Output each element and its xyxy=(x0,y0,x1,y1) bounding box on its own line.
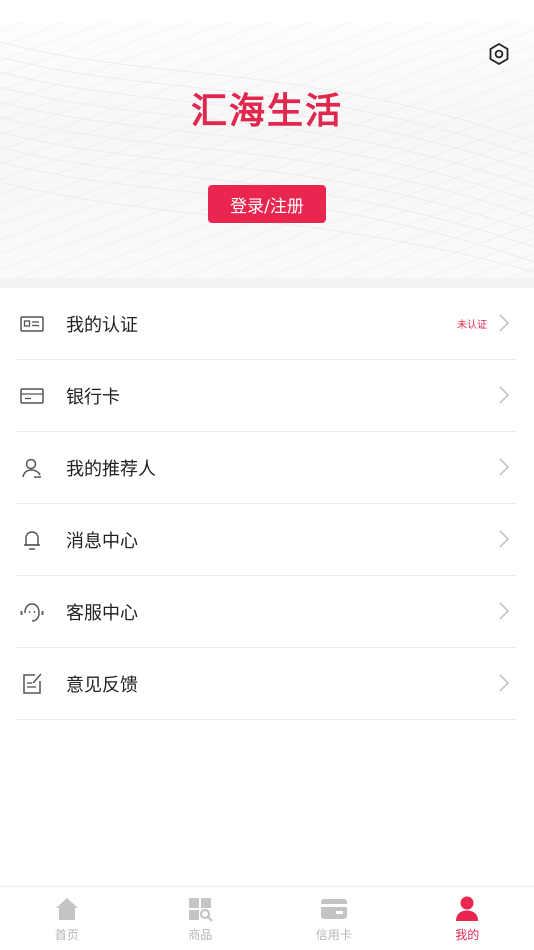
section-divider xyxy=(0,278,534,288)
chevron-right-icon xyxy=(499,386,509,404)
chevron-right-icon xyxy=(499,458,509,476)
menu-item-bank-card[interactable]: 银行卡 xyxy=(17,360,517,432)
menu-item-referrer[interactable]: 我的推荐人 xyxy=(17,432,517,504)
menu-item-label: 意见反馈 xyxy=(66,674,138,696)
profile-page: 汇海生活 登录/注册 我的认证 未认证 银行卡 我的推荐人 消息中心 客服中心 … xyxy=(0,0,534,950)
settings-button[interactable] xyxy=(486,40,512,68)
login-register-button[interactable]: 登录/注册 xyxy=(208,185,326,223)
menu-item-customer-service[interactable]: 客服中心 xyxy=(17,576,517,648)
user-icon xyxy=(19,455,45,481)
bank-card-icon xyxy=(19,383,45,409)
menu-item-label: 消息中心 xyxy=(66,530,138,552)
tab-label: 信用卡 xyxy=(315,928,352,942)
tab-label: 我的 xyxy=(455,928,480,942)
tab-label: 首页 xyxy=(54,928,79,942)
menu-item-label: 我的推荐人 xyxy=(66,458,156,480)
status-bar xyxy=(0,0,534,22)
menu-item-messages[interactable]: 消息中心 xyxy=(17,504,517,576)
chevron-right-icon xyxy=(499,674,509,692)
tab-home[interactable]: 首页 xyxy=(0,887,134,950)
profile-header: 汇海生活 登录/注册 xyxy=(0,0,534,282)
tab-credit-card[interactable]: 信用卡 xyxy=(267,887,401,950)
bottom-tab-bar: 首页 商品 信用卡 我的 xyxy=(0,886,534,950)
tab-label: 商品 xyxy=(188,928,213,942)
id-card-icon xyxy=(19,311,45,337)
menu-item-verification[interactable]: 我的认证 未认证 xyxy=(17,288,517,360)
chevron-right-icon xyxy=(499,314,509,332)
profile-menu: 我的认证 未认证 银行卡 我的推荐人 消息中心 客服中心 意见反馈 xyxy=(0,288,534,720)
home-icon xyxy=(53,895,81,923)
chevron-right-icon xyxy=(499,530,509,548)
chevron-right-icon xyxy=(499,602,509,620)
menu-item-feedback[interactable]: 意见反馈 xyxy=(17,648,517,720)
menu-item-label: 银行卡 xyxy=(66,386,120,408)
menu-item-label: 客服中心 xyxy=(66,602,138,624)
feedback-icon xyxy=(19,671,45,697)
settings-icon xyxy=(489,42,509,66)
verification-status-badge: 未认证 xyxy=(457,320,487,331)
tab-mine[interactable]: 我的 xyxy=(401,887,534,950)
menu-item-label: 我的认证 xyxy=(66,314,138,336)
person-icon xyxy=(453,895,481,923)
tab-products[interactable]: 商品 xyxy=(134,887,268,950)
bell-icon xyxy=(19,527,45,553)
credit-card-icon xyxy=(320,895,348,923)
header-background-waves xyxy=(0,41,534,273)
headset-icon xyxy=(19,599,45,625)
grid-search-icon xyxy=(186,895,214,923)
app-title: 汇海生活 xyxy=(190,91,343,132)
